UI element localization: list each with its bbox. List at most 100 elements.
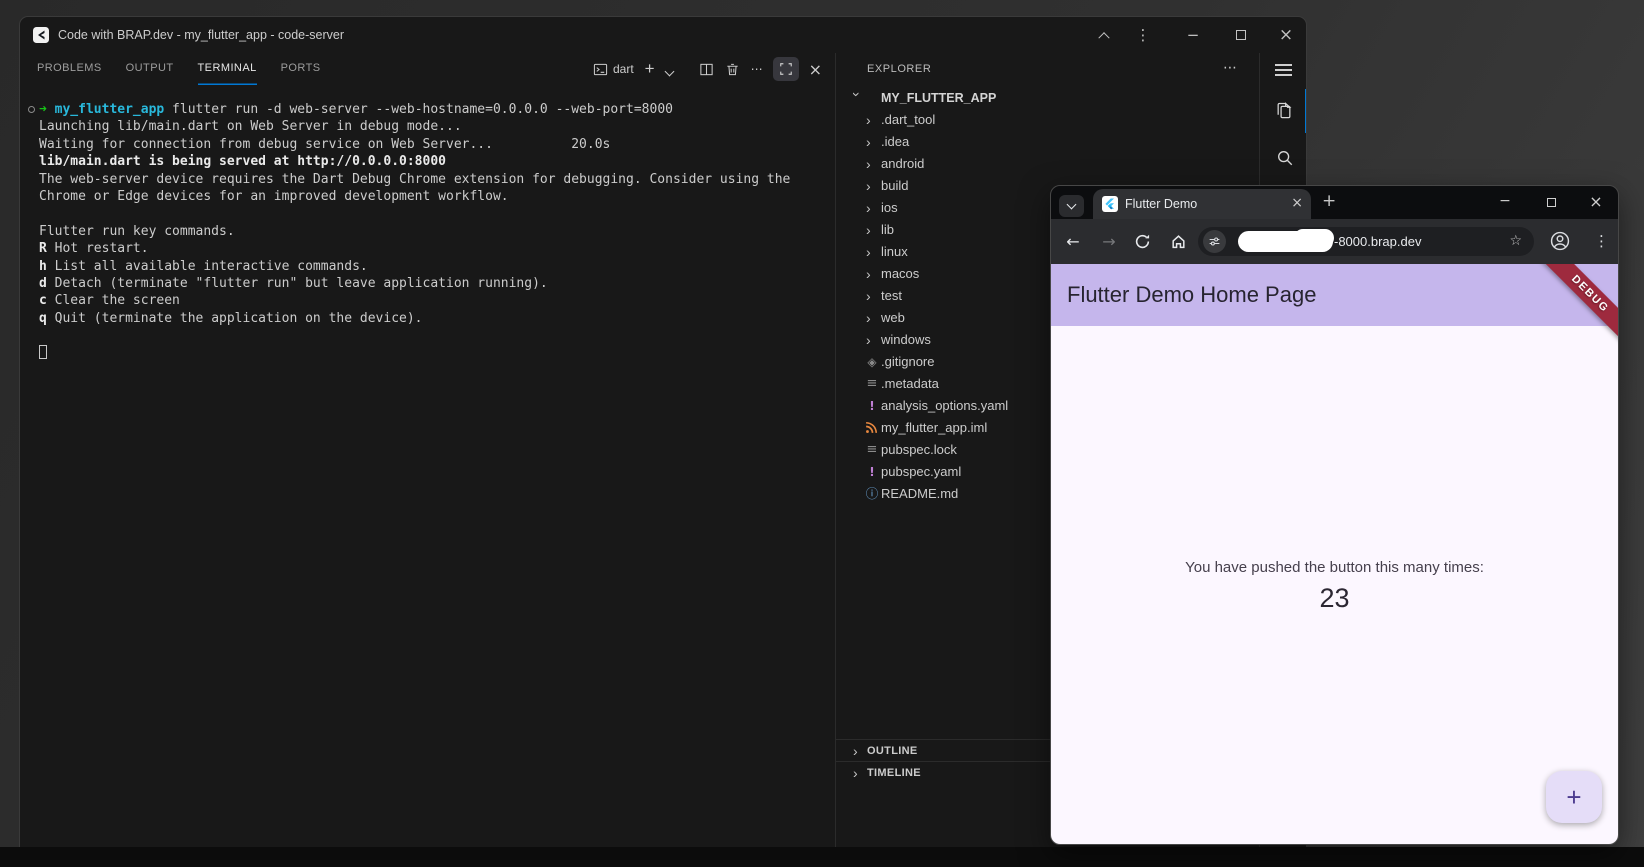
terminal-line: h List all available interactive command…: [39, 258, 829, 275]
explorer-header: EXPLORER ⋯: [836, 53, 1259, 85]
chevron-right-icon: ›: [853, 740, 865, 762]
panel-tab-row: PROBLEMS OUTPUT TERMINAL PORTS dart + ⋯ ×: [20, 53, 835, 85]
reload-icon[interactable]: [1134, 233, 1152, 251]
chevron-right-icon: ›: [866, 307, 878, 329]
browser-close-button[interactable]: ×: [1587, 186, 1605, 219]
tree-item-label: README.md: [881, 486, 958, 501]
terminal-line: [39, 327, 829, 344]
terminal-line: c Clear the screen: [39, 292, 829, 309]
push-counter-value: 23: [1319, 583, 1349, 614]
tree-item-label: pubspec.yaml: [881, 464, 961, 479]
profile-icon[interactable]: [1549, 230, 1571, 252]
explorer-title: EXPLORER: [867, 53, 931, 85]
shell-label: dart: [613, 62, 634, 76]
list-icon: ≡: [865, 373, 879, 395]
tree-item-label: .idea: [881, 134, 909, 149]
chevron-right-icon: ›: [866, 285, 878, 307]
browser-menu-dots-icon[interactable]: ⋮: [1594, 230, 1608, 252]
terminal-line: The web-server device requires the Dart …: [39, 171, 829, 188]
tree-item-label: build: [881, 178, 908, 193]
tab-close-icon[interactable]: ×: [1291, 189, 1303, 219]
command-decoration-icon[interactable]: [28, 106, 35, 113]
close-panel-button[interactable]: ×: [808, 57, 823, 81]
kill-terminal-button[interactable]: [724, 57, 741, 81]
code-server-logo-icon: [33, 27, 49, 43]
warning-icon: !: [865, 461, 879, 483]
terminal-toolbar: dart + ⋯ ×: [592, 56, 823, 82]
browser-maximize-button[interactable]: [1542, 186, 1560, 219]
terminal-line: Flutter run key commands.: [39, 223, 829, 240]
folder-android[interactable]: ›android: [836, 153, 1259, 175]
terminal-more-actions-button[interactable]: ⋯: [750, 57, 764, 81]
terminal-shell-button[interactable]: dart: [592, 57, 635, 81]
list-icon: ≡: [865, 439, 879, 461]
tree-item-label: ios: [881, 200, 898, 215]
forward-icon[interactable]: →: [1100, 233, 1118, 251]
terminal-line: ➜ my_flutter_app flutter run -d web-serv…: [39, 101, 829, 118]
new-tab-button[interactable]: +: [1322, 186, 1336, 219]
folder-.dart_tool[interactable]: ›.dart_tool: [836, 109, 1259, 131]
terminal-line: d Detach (terminate "flutter run" but le…: [39, 275, 829, 292]
panel-tab-problems[interactable]: PROBLEMS: [37, 53, 102, 85]
browser-tab-flutter-demo[interactable]: Flutter Demo ×: [1093, 189, 1311, 219]
maximize-window-button[interactable]: [1232, 17, 1250, 53]
home-icon[interactable]: [1170, 233, 1188, 251]
maximize-panel-button[interactable]: [773, 57, 799, 81]
explorer-view-icon[interactable]: [1274, 101, 1294, 121]
menu-hamburger-icon[interactable]: [1275, 64, 1292, 77]
terminal-line: Chrome or Edge devices for an improved d…: [39, 188, 829, 205]
terminal-line: q Quit (terminate the application on the…: [39, 310, 829, 327]
desktop-bottom-strip: [0, 847, 1644, 867]
chevron-right-icon: ›: [866, 329, 878, 351]
terminal-cursor: [39, 345, 47, 359]
info-icon: ⓘ: [865, 483, 879, 505]
feed-icon: [865, 417, 879, 434]
chevron-right-icon: ›: [866, 175, 878, 197]
redacted-url-overlay: [1294, 229, 1334, 247]
url-text: -8000.brap.dev: [1334, 227, 1421, 256]
tree-item-label: pubspec.lock: [881, 442, 957, 457]
tab-search-button[interactable]: [1059, 195, 1084, 217]
terminal-profile-dropdown[interactable]: [665, 57, 674, 81]
tree-item-label: lib: [881, 222, 894, 237]
terminal-line: Launching lib/main.dart on Web Server in…: [39, 118, 829, 135]
chevron-right-icon: ›: [866, 131, 878, 153]
warning-icon: !: [865, 395, 879, 417]
flutter-appbar: Flutter Demo Home Page: [1051, 264, 1618, 326]
tree-root-my-flutter-app[interactable]: › MY_FLUTTER_APP: [836, 87, 1259, 109]
panel-tabs: PROBLEMS OUTPUT TERMINAL PORTS: [37, 53, 321, 85]
minimize-window-button[interactable]: −: [1184, 17, 1202, 53]
chevron-down-icon: ›: [846, 92, 868, 104]
gitignore-icon: ◈: [865, 351, 879, 373]
explorer-more-actions-button[interactable]: ⋯: [1223, 53, 1237, 85]
tree-item-label: analysis_options.yaml: [881, 398, 1008, 413]
chevron-right-icon: ›: [866, 153, 878, 175]
titlebar-menu-button[interactable]: ⋮: [1134, 17, 1152, 53]
tree-item-label: .gitignore: [881, 354, 934, 369]
panel-tab-output[interactable]: OUTPUT: [126, 53, 174, 85]
window-title: Code with BRAP.dev - my_flutter_app - co…: [58, 17, 344, 53]
tree-item-label: .dart_tool: [881, 112, 935, 127]
tree-item-label: my_flutter_app.iml: [881, 420, 987, 435]
increment-fab-button[interactable]: +: [1546, 771, 1602, 823]
new-terminal-button[interactable]: +: [644, 57, 656, 81]
panel-tab-ports[interactable]: PORTS: [281, 53, 321, 85]
close-window-button[interactable]: ×: [1277, 17, 1295, 53]
collapse-titlebar-button[interactable]: [1095, 17, 1113, 53]
folder-.idea[interactable]: ›.idea: [836, 131, 1259, 153]
site-settings-icon[interactable]: [1203, 230, 1226, 253]
search-icon[interactable]: [1276, 149, 1294, 167]
bookmark-star-icon[interactable]: ☆: [1509, 227, 1522, 256]
tree-item-label: web: [881, 310, 905, 325]
browser-tabstrip: Flutter Demo × + − ×: [1051, 186, 1618, 219]
panel-tab-terminal[interactable]: TERMINAL: [198, 53, 257, 85]
terminal-output[interactable]: ➜ my_flutter_app flutter run -d web-serv…: [39, 101, 829, 362]
back-icon[interactable]: ←: [1064, 233, 1082, 251]
browser-minimize-button[interactable]: −: [1496, 186, 1514, 219]
page-body: You have pushed the button this many tim…: [1051, 326, 1618, 845]
browser-toolbar: ← → -8000.brap.dev ☆ ⋮: [1051, 219, 1618, 264]
chevron-right-icon: ›: [866, 219, 878, 241]
chevron-right-icon: ›: [866, 197, 878, 219]
split-terminal-button[interactable]: [698, 57, 715, 81]
address-bar[interactable]: -8000.brap.dev ☆: [1198, 227, 1534, 256]
